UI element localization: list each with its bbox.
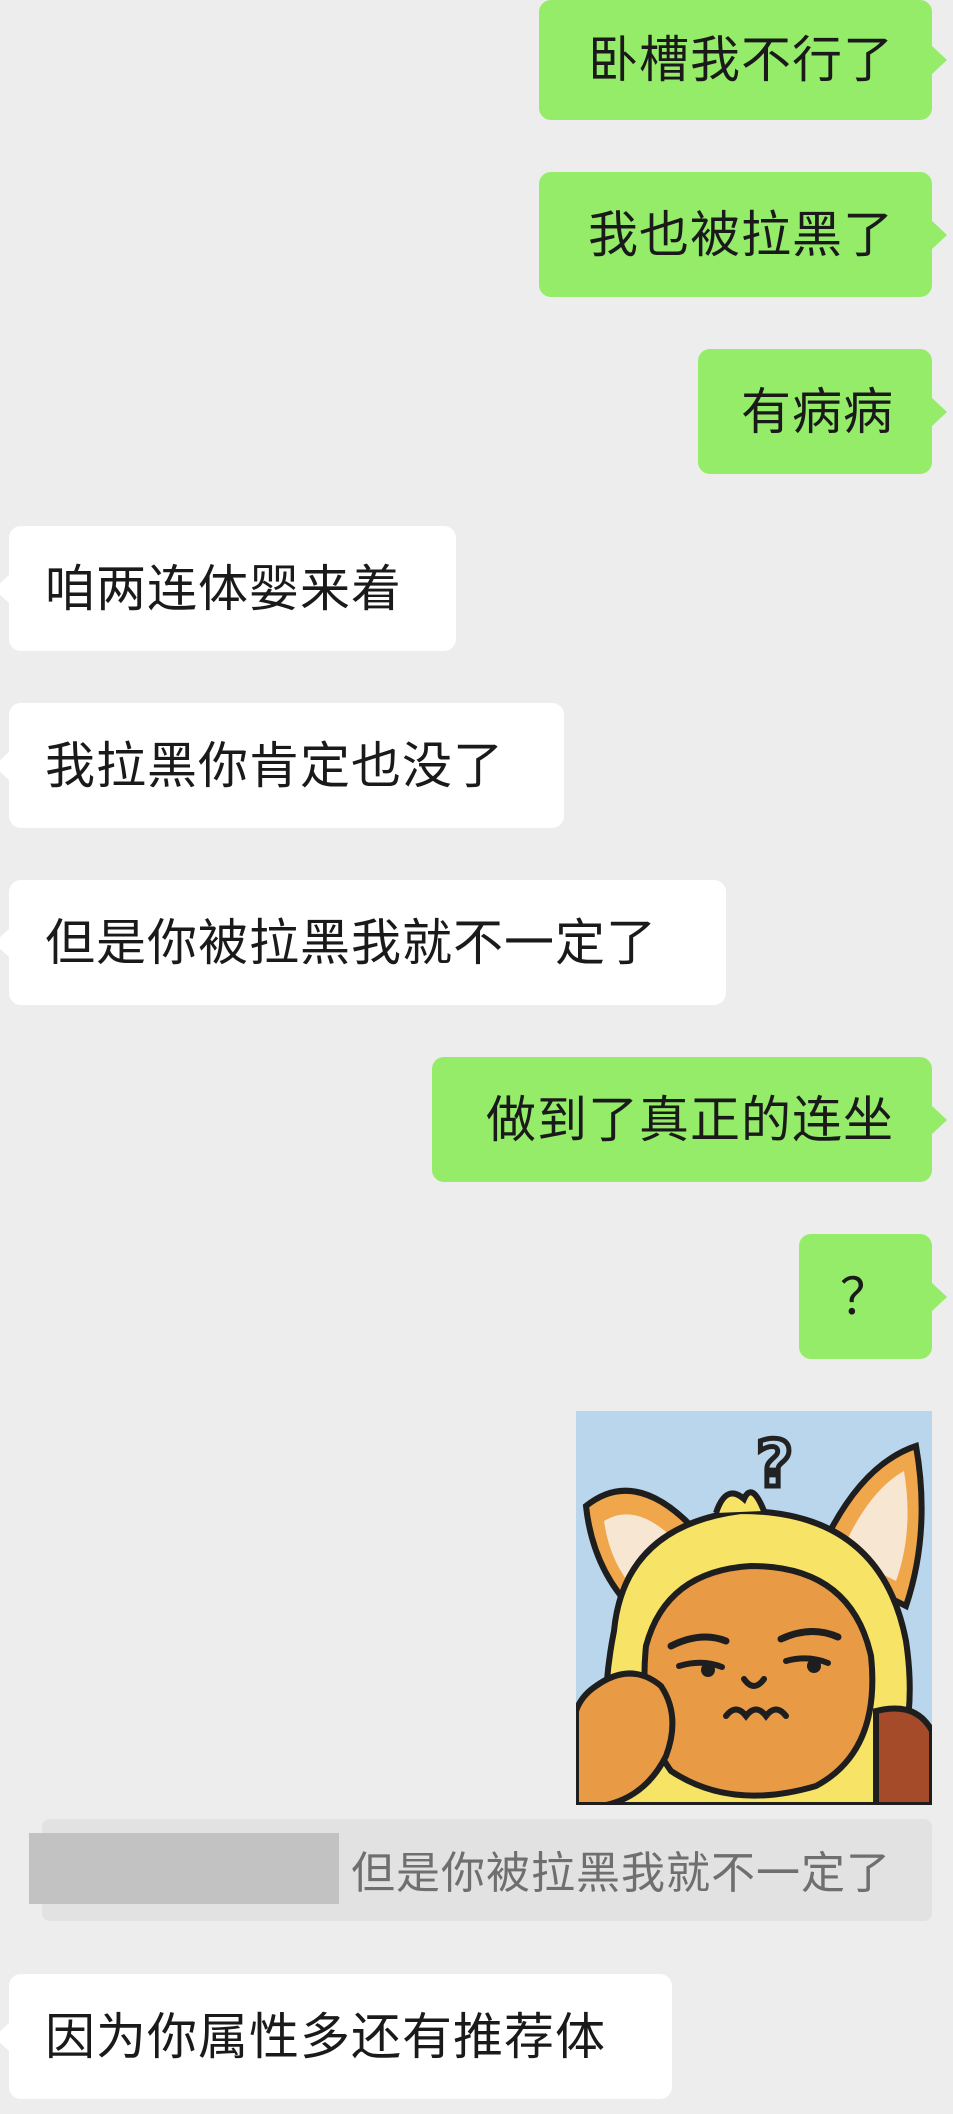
- message-text: 因为你属性多还有推荐体: [45, 2007, 606, 2066]
- sent-message-bubble[interactable]: 有病病: [698, 349, 932, 474]
- message-text: 但是你被拉黑我就不一定了: [45, 913, 657, 972]
- chat-area: 卧槽我不行了 我也被拉黑了 有病病 咱两连体婴来着 我拉黑你肯定也没了 但是你被…: [0, 0, 953, 2114]
- message-text: 做到了真正的连坐: [486, 1090, 894, 1149]
- received-message-bubble[interactable]: 咱两连体婴来着: [9, 526, 456, 651]
- received-message-bubble[interactable]: 因为你属性多还有推荐体: [9, 1974, 672, 2099]
- received-message-bubble[interactable]: 我拉黑你肯定也没了: [9, 703, 564, 828]
- sent-message-bubble[interactable]: 卧槽我不行了: [539, 0, 932, 120]
- message-text: 我拉黑你肯定也没了: [45, 736, 504, 795]
- quoted-message-text: 但是你被拉黑我就不一定了: [351, 1847, 891, 1899]
- message-text: 咱两连体婴来着: [45, 559, 402, 618]
- received-message-bubble[interactable]: 但是你被拉黑我就不一定了: [9, 880, 726, 1005]
- thinking-fox-sticker-icon: ?: [576, 1411, 932, 1805]
- message-text: 有病病: [741, 382, 894, 441]
- sent-message-bubble[interactable]: 我也被拉黑了: [539, 172, 932, 297]
- sent-message-bubble[interactable]: ？: [799, 1234, 932, 1359]
- sent-message-bubble[interactable]: 做到了真正的连坐: [432, 1057, 932, 1182]
- redacted-sender-name: [29, 1833, 339, 1904]
- sticker-question-text: ?: [756, 1428, 793, 1502]
- message-text: ？: [840, 1267, 891, 1326]
- message-text: 卧槽我不行了: [588, 31, 894, 89]
- message-text: 我也被拉黑了: [588, 205, 894, 264]
- sticker-message[interactable]: ?: [576, 1411, 932, 1805]
